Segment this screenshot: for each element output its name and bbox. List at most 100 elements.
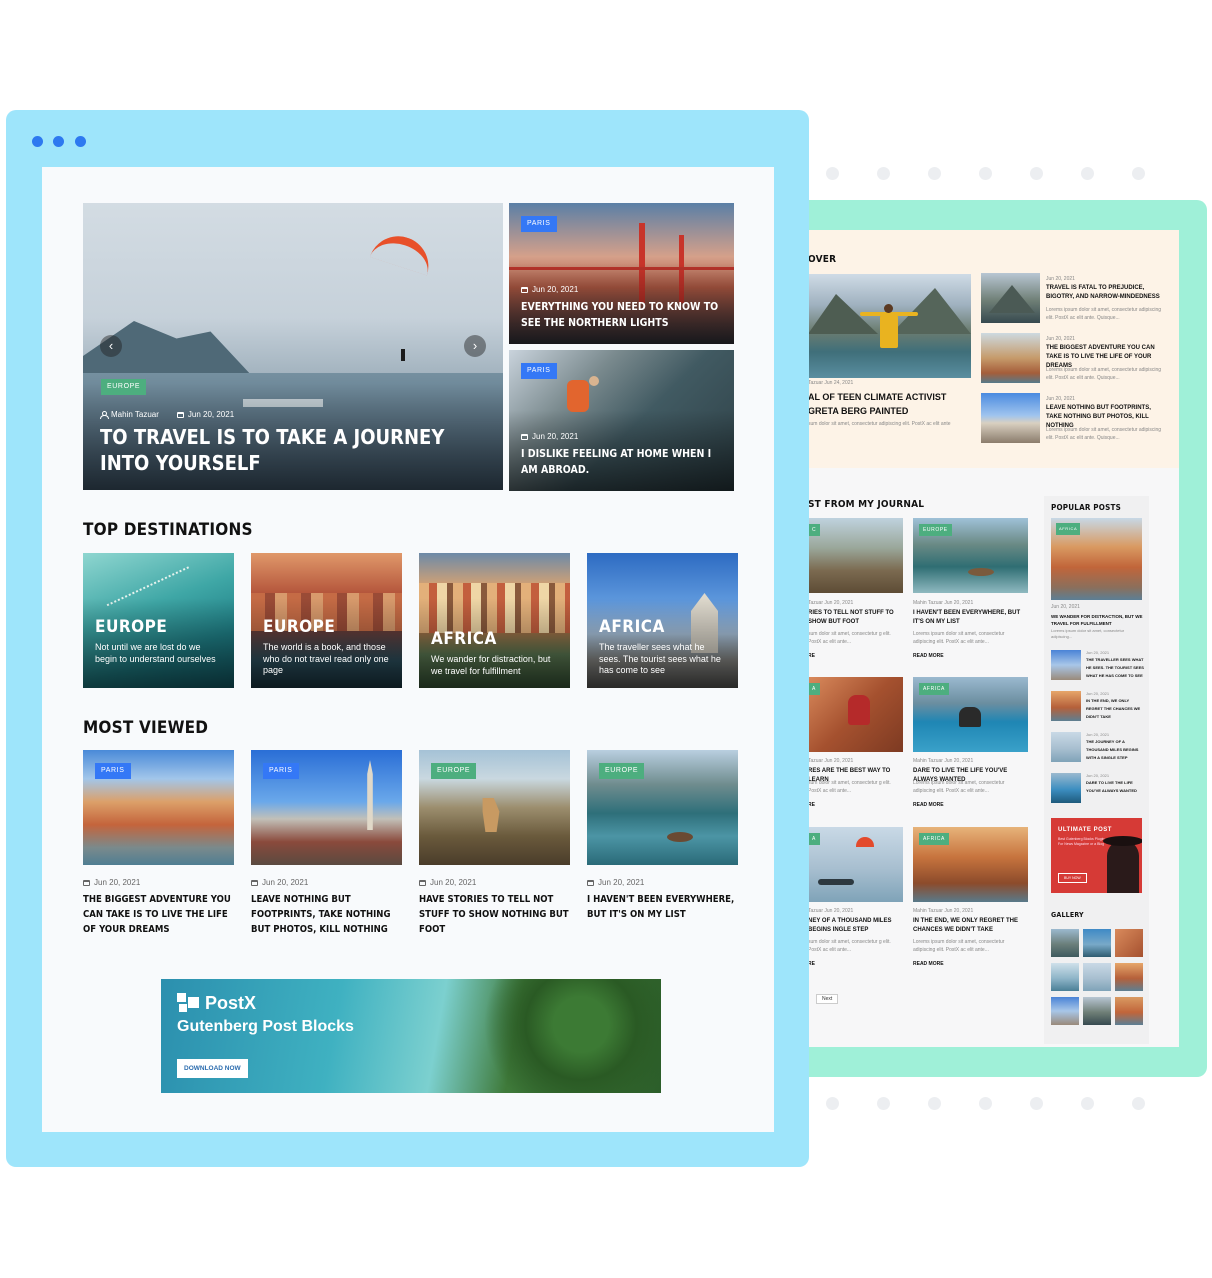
- gallery-thumb[interactable]: [1115, 963, 1143, 991]
- most-viewed-title-3[interactable]: HAVE STORIES TO TELL NOT STUFF TO SHOW N…: [419, 892, 569, 937]
- popular-title-2[interactable]: IN THE END, WE ONLY REGRET THE CHANCES W…: [1086, 697, 1144, 721]
- most-viewed-title-2[interactable]: LEAVE NOTHING BUT FOOTPRINTS, TAKE NOTHI…: [251, 892, 401, 937]
- ad-text: Best Gutenberg Blocks Plugin For News Ma…: [1058, 837, 1105, 846]
- popular-feature-tag[interactable]: AFRICA: [1056, 523, 1081, 535]
- discover-list-image-3[interactable]: [981, 393, 1040, 443]
- most-viewed-tag-3[interactable]: EUROPE: [431, 763, 477, 779]
- journal-title-6[interactable]: IN THE END, WE ONLY REGRET THE CHANCES W…: [913, 917, 1028, 935]
- discover-list-title-1[interactable]: TRAVEL IS FATAL TO PREJUDICE, BIGOTRY, A…: [1046, 284, 1166, 302]
- journal-readmore-2[interactable]: READ MORE: [913, 653, 944, 659]
- journal-tag-4[interactable]: AFRICA: [919, 683, 949, 695]
- journal-image-5[interactable]: A: [808, 827, 903, 902]
- most-viewed-image-4[interactable]: EUROPE: [587, 750, 738, 865]
- journal-tag-1[interactable]: C: [808, 524, 821, 536]
- banner-download-button[interactable]: DOWNLOAD NOW: [177, 1059, 248, 1078]
- journal-title-5[interactable]: NEY OF A THOUSAND MILES BEGINS INGLE STE…: [808, 917, 898, 935]
- gallery-thumb[interactable]: [1083, 997, 1111, 1025]
- popular-thumb-1[interactable]: [1051, 650, 1081, 680]
- gallery-thumb[interactable]: [1115, 929, 1143, 957]
- gallery-thumb[interactable]: [1115, 997, 1143, 1025]
- journal-meta-1: Tazuar Jun 20, 2021: [808, 600, 854, 606]
- popular-thumb-3[interactable]: [1051, 732, 1081, 762]
- side-2-meta: Jun 20, 2021: [521, 432, 578, 441]
- discover-list-image-1[interactable]: [981, 273, 1040, 323]
- destination-card-4[interactable]: AFRICA The traveller sees what he sees. …: [587, 553, 738, 688]
- journal-image-1[interactable]: C: [808, 518, 903, 593]
- journal-image-6[interactable]: AFRICA: [913, 827, 1028, 902]
- hero-author[interactable]: Mahin Tazuar: [111, 410, 159, 419]
- popular-feature-date: Jun 20, 2021: [1051, 604, 1080, 610]
- gallery-thumb[interactable]: [1083, 929, 1111, 957]
- gallery-thumb[interactable]: [1051, 929, 1079, 957]
- ad-cta-button[interactable]: BUY NOW: [1058, 873, 1087, 883]
- destination-card-1[interactable]: EUROPE Not until we are lost do we begin…: [83, 553, 234, 688]
- gallery-thumb[interactable]: [1083, 963, 1111, 991]
- destination-card-2[interactable]: EUROPE The world is a book, and those wh…: [251, 553, 402, 688]
- journal-readmore-3[interactable]: RE: [808, 802, 815, 808]
- most-viewed-image-1[interactable]: PARIS: [83, 750, 234, 865]
- hero-date: Jun 20, 2021: [187, 410, 235, 419]
- side-2-category-tag[interactable]: PARIS: [521, 363, 557, 379]
- destination-name-2: EUROPE: [263, 617, 336, 637]
- journal-tag-3[interactable]: A: [808, 683, 820, 695]
- popular-feature-image[interactable]: AFRICA: [1051, 518, 1142, 600]
- hero-title[interactable]: TO TRAVEL IS TO TAKE A JOURNEY INTO YOUR…: [100, 424, 470, 476]
- feature-title[interactable]: AL OF TEEN CLIMATE ACTIVIST GRETA BERG P…: [808, 390, 973, 418]
- decor-dots-top: [826, 167, 1145, 180]
- gallery-thumb[interactable]: [1051, 997, 1079, 1025]
- destination-card-3[interactable]: AFRICA We wander for distraction, but we…: [419, 553, 570, 688]
- window-dot-3[interactable]: [75, 136, 86, 147]
- most-viewed-title-1[interactable]: THE BIGGEST ADVENTURE YOU CAN TAKE IS TO…: [83, 892, 233, 937]
- popular-date-4: Jun 20, 2021: [1086, 773, 1110, 778]
- feature-image[interactable]: [808, 274, 971, 378]
- most-viewed-date-1: Jun 20, 2021: [83, 878, 140, 887]
- most-viewed-image-3[interactable]: EUROPE: [419, 750, 570, 865]
- popular-title-3[interactable]: THE JOURNEY OF A THOUSAND MILES BEGINS W…: [1086, 738, 1144, 762]
- most-viewed-image-2[interactable]: PARIS: [251, 750, 402, 865]
- hero-category-tag[interactable]: EUROPE: [101, 379, 147, 395]
- journal-readmore-1[interactable]: RE: [808, 653, 815, 659]
- pagination-next-button[interactable]: Next: [816, 994, 839, 1004]
- calendar-icon: [521, 433, 528, 440]
- journal-image-3[interactable]: A: [808, 677, 903, 752]
- side-1-title[interactable]: EVERYTHING YOU NEED TO KNOW TO SEE THE N…: [521, 299, 721, 331]
- journal-tag-5[interactable]: A: [808, 833, 820, 845]
- side-1-category-tag[interactable]: PARIS: [521, 216, 557, 232]
- journal-title-2[interactable]: I HAVEN'T BEEN EVERYWHERE, BUT IT'S ON M…: [913, 609, 1028, 627]
- most-viewed-title-4[interactable]: I HAVEN'T BEEN EVERYWHERE, BUT IT'S ON M…: [587, 892, 737, 922]
- hero-side-card-1[interactable]: PARIS Jun 20, 2021 EVERYTHING YOU NEED T…: [509, 203, 734, 344]
- most-viewed-tag-1[interactable]: PARIS: [95, 763, 131, 779]
- popular-title-1[interactable]: THE TRAVELLER SEES WHAT HE SEES. THE TOU…: [1086, 656, 1144, 680]
- gallery-thumb[interactable]: [1051, 963, 1079, 991]
- destination-name-4: AFRICA: [599, 617, 665, 637]
- ad-banner[interactable]: ULTIMATE POST Best Gutenberg Blocks Plug…: [1051, 818, 1142, 893]
- postx-banner[interactable]: PostX Gutenberg Post Blocks DOWNLOAD NOW: [161, 979, 661, 1093]
- gallery-heading: GALLERY: [1051, 911, 1084, 919]
- journal-readmore-6[interactable]: READ MORE: [913, 961, 944, 967]
- discover-list-image-2[interactable]: [981, 333, 1040, 383]
- journal-image-2[interactable]: EUROPE: [913, 518, 1028, 593]
- most-viewed-tag-4[interactable]: EUROPE: [599, 763, 645, 779]
- side-1-date: Jun 20, 2021: [532, 285, 579, 294]
- popular-feature-title[interactable]: WE WANDER FOR DISTRACTION, BUT WE TRAVEL…: [1051, 613, 1143, 627]
- side-2-title[interactable]: I DISLIKE FEELING AT HOME WHEN I AM ABRO…: [521, 446, 721, 478]
- journal-meta-5: Tazuar Jun 20, 2021: [808, 908, 854, 914]
- popular-thumb-4[interactable]: [1051, 773, 1081, 803]
- discover-list-date-3: Jun 20, 2021: [1046, 396, 1075, 402]
- window-dot-1[interactable]: [32, 136, 43, 147]
- journal-tag-2[interactable]: EUROPE: [919, 524, 952, 536]
- hero-side-card-2[interactable]: PARIS Jun 20, 2021 I DISLIKE FEELING AT …: [509, 350, 734, 491]
- hero-prev-button[interactable]: ‹: [100, 335, 122, 357]
- journal-title-1[interactable]: RIES TO TELL NOT STUFF TO SHOW BUT FOOT: [808, 609, 898, 627]
- journal-readmore-4[interactable]: READ MORE: [913, 802, 944, 808]
- journal-image-4[interactable]: AFRICA: [913, 677, 1028, 752]
- popular-title-4[interactable]: DARE TO LIVE THE LIFE YOU'VE ALWAYS WANT…: [1086, 779, 1144, 795]
- journal-tag-6[interactable]: AFRICA: [919, 833, 949, 845]
- journal-readmore-5[interactable]: RE: [808, 961, 815, 967]
- side-2-date: Jun 20, 2021: [532, 432, 579, 441]
- hero-next-button[interactable]: ›: [464, 335, 486, 357]
- most-viewed-tag-2[interactable]: PARIS: [263, 763, 299, 779]
- window-dot-2[interactable]: [53, 136, 64, 147]
- popular-thumb-2[interactable]: [1051, 691, 1081, 721]
- hero-slider[interactable]: ‹ › EUROPE Mahin Tazuar Jun 20, 2021 TO …: [83, 203, 503, 490]
